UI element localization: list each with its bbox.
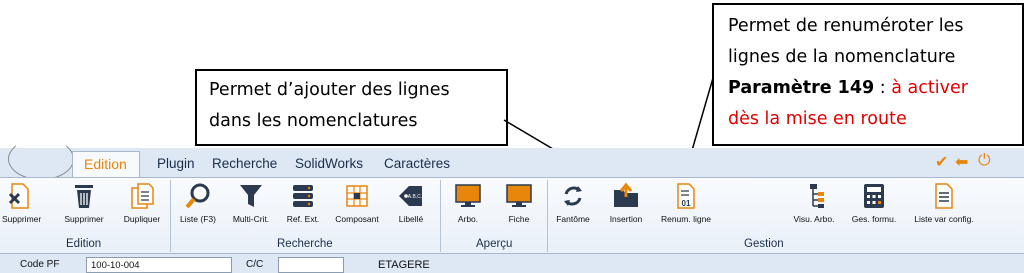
refresh-arrows-icon: [564, 186, 582, 206]
button-label: Fiche: [508, 214, 530, 224]
button-label: Liste (F3): [180, 214, 216, 224]
renumber-document-icon: 01: [677, 183, 695, 209]
list-search-button[interactable]: Liste (F3): [176, 182, 220, 224]
tree-view-button[interactable]: Visu. Arbo.: [790, 182, 838, 224]
component-grid-icon: [346, 185, 368, 207]
group-label-apercu: Aperçu: [476, 238, 513, 250]
formula-manager-button[interactable]: Ges. formu.: [848, 182, 900, 224]
magnifier-icon: [185, 183, 210, 209]
button-label: Liste var config.: [914, 214, 974, 224]
group-label-gestion: Gestion: [744, 238, 784, 250]
button-label: Arbo.: [457, 214, 479, 224]
delete-button[interactable]: Supprimer: [62, 182, 106, 224]
button-label: Visu. Arbo.: [793, 214, 835, 224]
sheet-preview-button[interactable]: Fiche: [503, 182, 535, 224]
label-button[interactable]: A.B.C. Libellé: [396, 182, 426, 224]
list-document-icon: [935, 183, 953, 209]
button-label: Supprimer: [64, 214, 104, 224]
code-pf-label: Code PF: [20, 259, 60, 270]
duplicate-button[interactable]: Dupliquer: [118, 182, 166, 224]
external-ref-button[interactable]: Ref. Ext.: [281, 182, 325, 224]
button-label: Ref. Ext.: [286, 214, 320, 224]
multi-criteria-button[interactable]: Multi-Crit.: [229, 182, 273, 224]
tag-icon: A.B.C.: [399, 186, 422, 206]
group-separator: [170, 180, 171, 252]
designation-text: ETAGERE: [378, 259, 430, 271]
button-label: Composant: [335, 214, 379, 224]
tab-caracteres[interactable]: Caractères: [384, 156, 450, 171]
tab-label: Edition: [84, 156, 127, 172]
button-label: Ges. formu.: [851, 214, 897, 224]
config-var-list-button[interactable]: Liste var config.: [908, 182, 980, 224]
power-icon[interactable]: ⏻: [978, 152, 991, 170]
phantom-button[interactable]: Fantôme: [552, 182, 594, 224]
cc-field[interactable]: [278, 257, 344, 273]
delete-line-button[interactable]: Supprimer: [2, 182, 42, 224]
tab-recherche[interactable]: Recherche: [212, 156, 277, 171]
filter-funnel-icon: [240, 185, 262, 207]
button-label: Renum. ligne: [660, 214, 712, 224]
button-label: Libellé: [398, 214, 424, 224]
code-pf-field[interactable]: 100-10-004: [86, 257, 232, 273]
calculator-icon: [864, 184, 884, 208]
app-logo: [8, 138, 74, 180]
tag-icon-text: A.B.C.: [408, 194, 422, 200]
group-separator: [440, 180, 441, 252]
monitor-icon: [506, 184, 532, 207]
group-label-recherche: Recherche: [277, 238, 333, 250]
back-arrow-icon[interactable]: ⬅: [955, 152, 968, 172]
tab-edition[interactable]: Edition: [72, 151, 140, 178]
delete-document-icon: [8, 183, 29, 209]
duplicate-icon: [131, 183, 154, 209]
button-label: Supprimer: [2, 214, 42, 224]
trash-icon: [75, 185, 93, 208]
renumber-line-button[interactable]: 01 Renum. ligne: [658, 182, 714, 224]
button-label: Fantôme: [556, 214, 590, 224]
component-button[interactable]: Composant: [334, 182, 380, 224]
insertion-button[interactable]: Insertion: [604, 182, 648, 224]
button-label: Multi-Crit.: [232, 214, 270, 224]
monitor-icon: [455, 184, 481, 207]
group-separator: [547, 180, 548, 252]
button-label: Dupliquer: [123, 214, 161, 224]
group-label-edition: Edition: [66, 238, 102, 250]
folder-insert-icon: [614, 182, 638, 207]
tree-structure-icon: [810, 184, 824, 208]
cc-label: C/C: [246, 259, 264, 270]
tab-plugin[interactable]: Plugin: [157, 156, 195, 171]
validate-icon[interactable]: ✔: [935, 152, 948, 172]
button-label: Insertion: [609, 214, 643, 224]
server-stack-icon: [293, 185, 313, 207]
tab-solidworks[interactable]: SolidWorks: [295, 156, 363, 171]
tree-preview-button[interactable]: Arbo.: [452, 182, 484, 224]
renumber-icon-digits: 01: [682, 199, 691, 208]
